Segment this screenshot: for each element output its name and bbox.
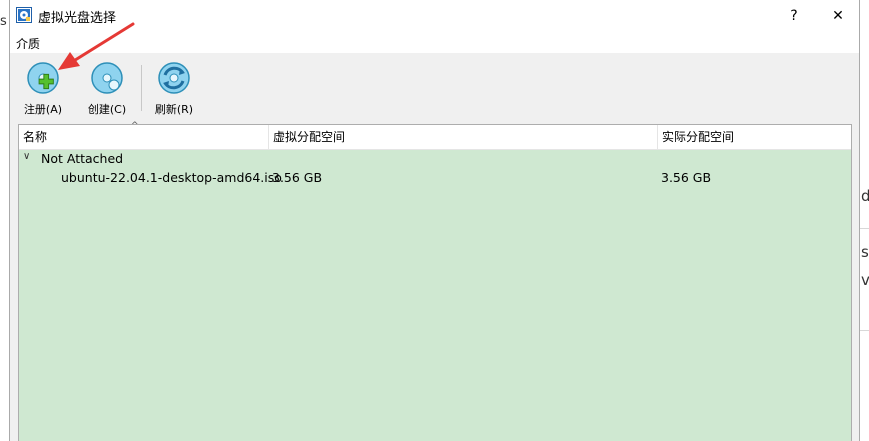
background-text: s — [861, 243, 869, 261]
background-divider — [860, 330, 869, 331]
help-button[interactable]: ? — [772, 0, 816, 31]
window-title: 虚拟光盘选择 — [38, 11, 117, 26]
register-button[interactable]: 注册(A) — [19, 61, 67, 119]
optical-disk-selector-dialog: 虚拟光盘选择 ? ✕ 介质 注册(A) 创建(C) 刷新(R) 名称 虚拟分配空… — [9, 0, 860, 441]
background-window — [860, 0, 869, 441]
sort-ascending-icon[interactable]: ^ — [131, 121, 139, 131]
close-button[interactable]: ✕ — [816, 0, 860, 31]
background-text: s — [0, 14, 7, 29]
toolbar: 注册(A) 创建(C) 刷新(R) — [10, 53, 859, 121]
title-bar: 虚拟光盘选择 ? ✕ — [10, 0, 859, 31]
list-header: 名称 虚拟分配空间 实际分配空间 — [19, 125, 851, 150]
column-header-name[interactable]: 名称 — [19, 125, 268, 149]
create-button-label: 创建(C) — [87, 103, 127, 116]
column-header-virtual-size[interactable]: 虚拟分配空间 — [269, 125, 657, 149]
virtualbox-app-icon — [16, 7, 32, 23]
cell-actual-size: 3.56 GB — [661, 170, 712, 185]
refresh-disk-icon — [157, 61, 191, 95]
group-label: Not Attached — [41, 151, 124, 166]
background-text: d — [861, 187, 869, 205]
cell-virtual-size: 3.56 GB — [272, 170, 323, 185]
create-disk-icon — [90, 61, 124, 95]
refresh-button-label: 刷新(R) — [154, 103, 194, 116]
create-button[interactable]: 创建(C) — [83, 61, 131, 119]
menu-bar: 介质 — [10, 31, 859, 53]
disk-list[interactable]: 名称 虚拟分配空间 实际分配空间 ∨ Not Attached ubuntu-2… — [18, 124, 852, 441]
background-divider — [860, 228, 869, 229]
column-header-actual-size[interactable]: 实际分配空间 — [658, 125, 851, 149]
cell-name: ubuntu-22.04.1-desktop-amd64.iso — [61, 170, 282, 185]
refresh-button[interactable]: 刷新(R) — [150, 61, 198, 119]
chevron-down-icon[interactable]: ∨ — [23, 151, 30, 162]
menu-item-medium[interactable]: 介质 — [16, 35, 40, 52]
toolbar-separator — [141, 65, 142, 111]
register-disk-icon — [26, 61, 60, 95]
register-button-label: 注册(A) — [23, 103, 63, 116]
background-text: v — [861, 271, 869, 289]
table-row[interactable]: ubuntu-22.04.1-desktop-amd64.iso 3.56 GB… — [19, 169, 851, 187]
